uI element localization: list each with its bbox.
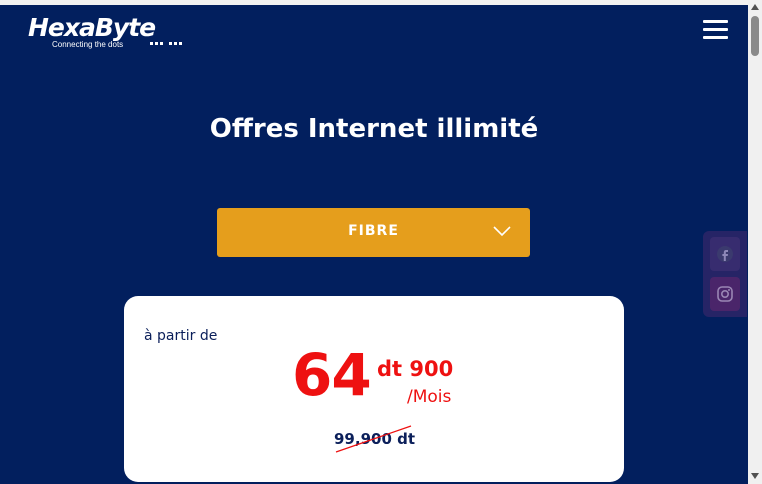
hexabyte-logo[interactable]: HexaByte Connecting the dots <box>28 13 182 49</box>
hamburger-menu-icon[interactable] <box>703 20 729 40</box>
price-integer: 64 <box>292 341 372 409</box>
offer-type-selected-value: FIBRE <box>348 223 399 239</box>
page-background: HexaByte Connecting the dots Offres Inte… <box>0 5 748 484</box>
offer-card: à partir de 64 dt 900 /Mois 99,900 dt <box>124 296 624 482</box>
instagram-icon <box>717 286 733 302</box>
offer-type-select[interactable]: FIBRE <box>217 208 530 257</box>
old-price-strikethrough <box>335 425 412 453</box>
scroll-up-arrow-icon[interactable] <box>751 4 759 10</box>
chevron-down-icon <box>493 226 511 237</box>
facebook-link[interactable] <box>710 237 740 271</box>
logo-dots-decoration <box>150 42 182 45</box>
logo-wordmark: HexaByte <box>28 13 156 42</box>
logo-tagline: Connecting the dots <box>52 40 124 49</box>
price-period: /Mois <box>407 387 452 407</box>
page-title: Offres Internet illimité <box>209 114 539 144</box>
page-scrollbar[interactable] <box>748 0 762 484</box>
facebook-icon <box>717 246 733 262</box>
social-links-panel <box>703 231 747 317</box>
instagram-link[interactable] <box>710 277 740 311</box>
scroll-down-arrow-icon[interactable] <box>751 473 759 479</box>
price-from-label: à partir de <box>144 328 218 344</box>
price-decimal: dt 900 <box>377 357 454 381</box>
scrollbar-thumb[interactable] <box>751 16 759 56</box>
